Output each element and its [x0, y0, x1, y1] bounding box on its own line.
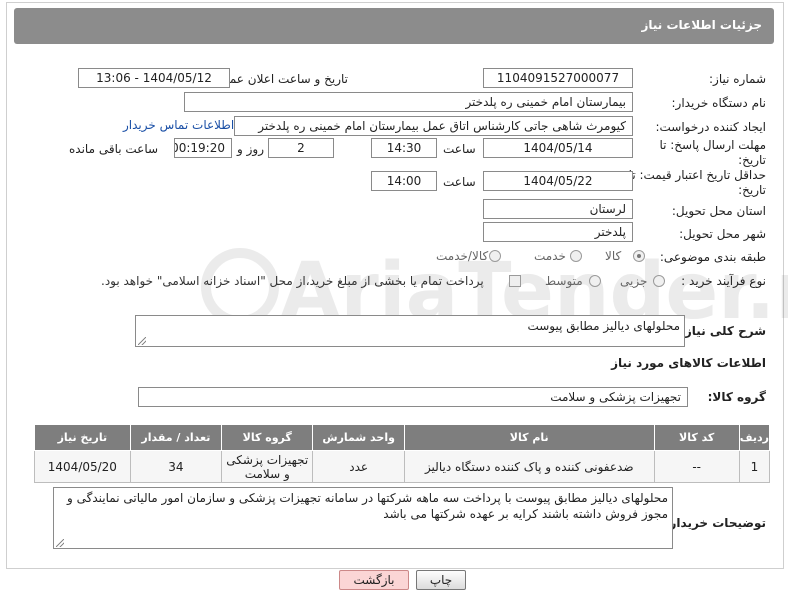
city-value: پلدختر [483, 222, 633, 242]
category-label: طبقه بندی موضوعی: [659, 250, 766, 264]
deadline-date: 1404/05/14 [483, 138, 633, 158]
purchase-type-label: نوع فرآیند خرید : [681, 274, 766, 288]
remaining-label: ساعت باقی مانده [69, 142, 159, 156]
col-qty: تعداد / مقدار [129, 424, 223, 451]
description-textarea[interactable]: محلولهای دیالیز مطابق پیوست [135, 315, 685, 347]
treasury-payment-checkbox[interactable] [509, 275, 521, 287]
goods-group-label: گروه کالا: [707, 390, 766, 404]
deadline-time: 14:30 [371, 138, 437, 158]
price-validity-label: حداقل تاریخ اعتبار قیمت: تا تاریخ: [628, 168, 766, 197]
category-option-service: خدمت [534, 249, 566, 263]
category-radio-goods[interactable] [633, 250, 645, 262]
category-radio-both[interactable] [489, 250, 501, 262]
announce-value: 1404/05/12 - 13:06 [78, 68, 230, 88]
description-label: شرح کلی نیاز: [680, 324, 766, 338]
cell-qty: 34 [129, 450, 223, 483]
purchase-option-minor: جزیی [620, 274, 648, 288]
province-value: لرستان [483, 199, 633, 219]
cell-group: تجهیزات پزشکی و سلامت [221, 450, 314, 483]
price-validity-time: 14:00 [371, 171, 437, 191]
page-title: جزئیات اطلاعات نیاز [641, 18, 762, 32]
need-number-value: 1104091527000077 [483, 68, 633, 88]
resize-grip-icon[interactable] [56, 539, 64, 547]
days-label: روز و [237, 142, 264, 156]
price-validity-time-label: ساعت [443, 175, 476, 189]
category-option-goods: کالا [605, 249, 622, 263]
buyer-notes-text: محلولهای دیالیز مطابق پیوست با پرداخت سه… [67, 491, 668, 521]
cell-date: 1404/05/20 [34, 450, 131, 483]
deadline-time-label: ساعت [443, 142, 476, 156]
back-button[interactable]: بازگشت [339, 570, 409, 590]
resize-grip-icon[interactable] [138, 337, 146, 345]
buyer-org-label: نام دستگاه خریدار: [671, 96, 767, 110]
buyer-notes-textarea[interactable]: محلولهای دیالیز مطابق پیوست با پرداخت سه… [53, 487, 673, 549]
goods-table: ردیف کد کالا نام کالا واحد شمارش گروه کا… [34, 424, 771, 483]
requester-label: ایجاد کننده درخواست: [655, 120, 766, 134]
cell-name: ضدعفونی کننده و پاک کننده دستگاه دیالیز [403, 450, 655, 483]
col-index: ردیف [738, 424, 771, 451]
cell-unit: عدد [312, 450, 405, 483]
province-label: استان محل تحویل: [671, 204, 766, 218]
city-label: شهر محل تحویل: [679, 227, 766, 241]
col-unit: واحد شمارش [312, 424, 405, 451]
requester-value: کیومرث شاهی جاتی کارشناس اتاق عمل بیمارس… [234, 116, 633, 136]
purchase-radio-medium[interactable] [589, 275, 601, 287]
goods-table-header: ردیف کد کالا نام کالا واحد شمارش گروه کا… [34, 424, 771, 451]
cell-code: -- [653, 450, 740, 483]
category-radio-service[interactable] [570, 250, 582, 262]
table-row: 1 -- ضدعفونی کننده و پاک کننده دستگاه دی… [34, 450, 771, 483]
buyer-org-value: بیمارستان امام خمینی ره پلدختر [184, 92, 633, 112]
remaining-time: 00:19:20 [174, 138, 232, 158]
col-group: گروه کالا [221, 424, 314, 451]
buyer-notes-label: توضیحات خریدار: [664, 516, 766, 530]
cell-index: 1 [738, 450, 771, 483]
days-value: 2 [268, 138, 334, 158]
deadline-label: مهلت ارسال پاسخ: تا تاریخ: [659, 138, 766, 167]
print-button[interactable]: چاپ [416, 570, 466, 590]
col-name: نام کالا [403, 424, 655, 451]
goods-group-value: تجهیزات پزشکی و سلامت [138, 387, 688, 407]
goods-section-title: اطلاعات کالاهای مورد نیاز [611, 356, 766, 370]
price-validity-date: 1404/05/22 [483, 171, 633, 191]
treasury-payment-note: پرداخت تمام یا بخشی از مبلغ خرید،از محل … [101, 274, 484, 288]
description-text: محلولهای دیالیز مطابق پیوست [527, 319, 680, 333]
col-date: تاریخ نیاز [34, 424, 131, 451]
need-number-label: شماره نیاز: [709, 72, 766, 86]
purchase-option-medium: متوسط [545, 274, 583, 288]
category-option-both: کالا/خدمت [436, 249, 489, 263]
purchase-radio-minor[interactable] [653, 275, 665, 287]
header-bar: جزئیات اطلاعات نیاز [14, 8, 774, 44]
buyer-contact-link[interactable]: اطلاعات تماس خریدار [123, 118, 234, 132]
col-code: کد کالا [653, 424, 740, 451]
